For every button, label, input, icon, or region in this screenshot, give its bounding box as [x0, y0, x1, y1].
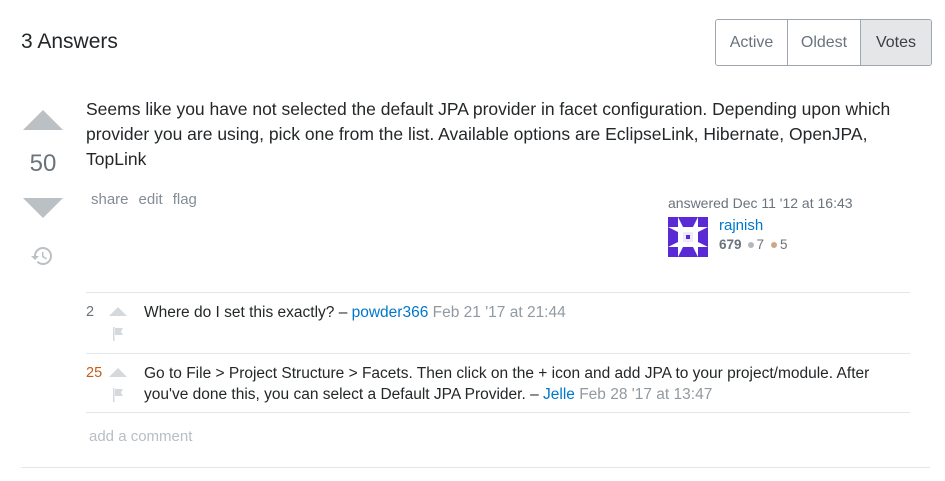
tab-active[interactable]: Active [716, 20, 788, 65]
comment-date[interactable]: Feb 21 '17 at 21:44 [433, 304, 566, 321]
bottom-divider [21, 467, 930, 468]
comment-upvote-icon[interactable] [109, 307, 127, 316]
sort-tabs: Active Oldest Votes [715, 19, 932, 66]
comment-text: Go to File > Project Structure > Facets.… [144, 365, 870, 403]
bronze-badge-icon [771, 241, 778, 248]
share-link[interactable]: share [91, 191, 129, 208]
user-reputation: 679 7 5 [719, 237, 795, 252]
tab-votes[interactable]: Votes [861, 20, 931, 65]
comment-date[interactable]: Feb 28 '17 at 13:47 [579, 386, 712, 403]
edit-link[interactable]: edit [139, 191, 163, 208]
avatar[interactable] [668, 217, 708, 257]
answers-title: 3 Answers [21, 30, 118, 53]
silver-badge-count: 7 [756, 237, 765, 252]
reputation-score: 679 [719, 237, 742, 252]
flag-icon[interactable] [110, 387, 126, 403]
add-comment-link[interactable]: add a comment [89, 428, 192, 445]
comment-list: 2 Where do I set this exactly? – powder3… [86, 292, 910, 413]
comment-upvote-icon[interactable] [109, 368, 127, 377]
history-icon[interactable] [30, 244, 54, 268]
comment-body: Where do I set this exactly? – powder366… [144, 302, 904, 323]
answer-body: Seems like you have not selected the def… [86, 99, 891, 169]
user-info-card: answered Dec 11 '12 at 16:43 rajnish 679… [668, 195, 908, 257]
vote-count: 50 [29, 150, 57, 177]
tab-oldest[interactable]: Oldest [788, 20, 861, 65]
user-name-link[interactable]: rajnish [719, 217, 795, 234]
comment-item: 25 Go to File > Project Structure > Face… [86, 354, 910, 413]
bronze-badge-count: 5 [780, 237, 788, 252]
comment-score: 25 [86, 365, 103, 381]
comment-text: Where do I set this exactly? – [144, 304, 352, 321]
answered-timestamp: answered Dec 11 '12 at 16:43 [668, 195, 853, 211]
comment-score: 2 [86, 304, 95, 320]
silver-badge-icon [747, 241, 754, 248]
post-menu: share edit flag [91, 191, 197, 208]
comment-body: Go to File > Project Structure > Facets.… [144, 363, 904, 405]
comment-item: 2 Where do I set this exactly? – powder3… [86, 293, 910, 354]
flag-icon[interactable] [110, 326, 126, 342]
comment-user-link[interactable]: Jelle [543, 386, 575, 403]
comment-user-link[interactable]: powder366 [352, 304, 429, 321]
flag-link[interactable]: flag [173, 191, 197, 208]
vote-down-icon[interactable] [23, 198, 63, 218]
vote-up-icon[interactable] [23, 110, 63, 130]
